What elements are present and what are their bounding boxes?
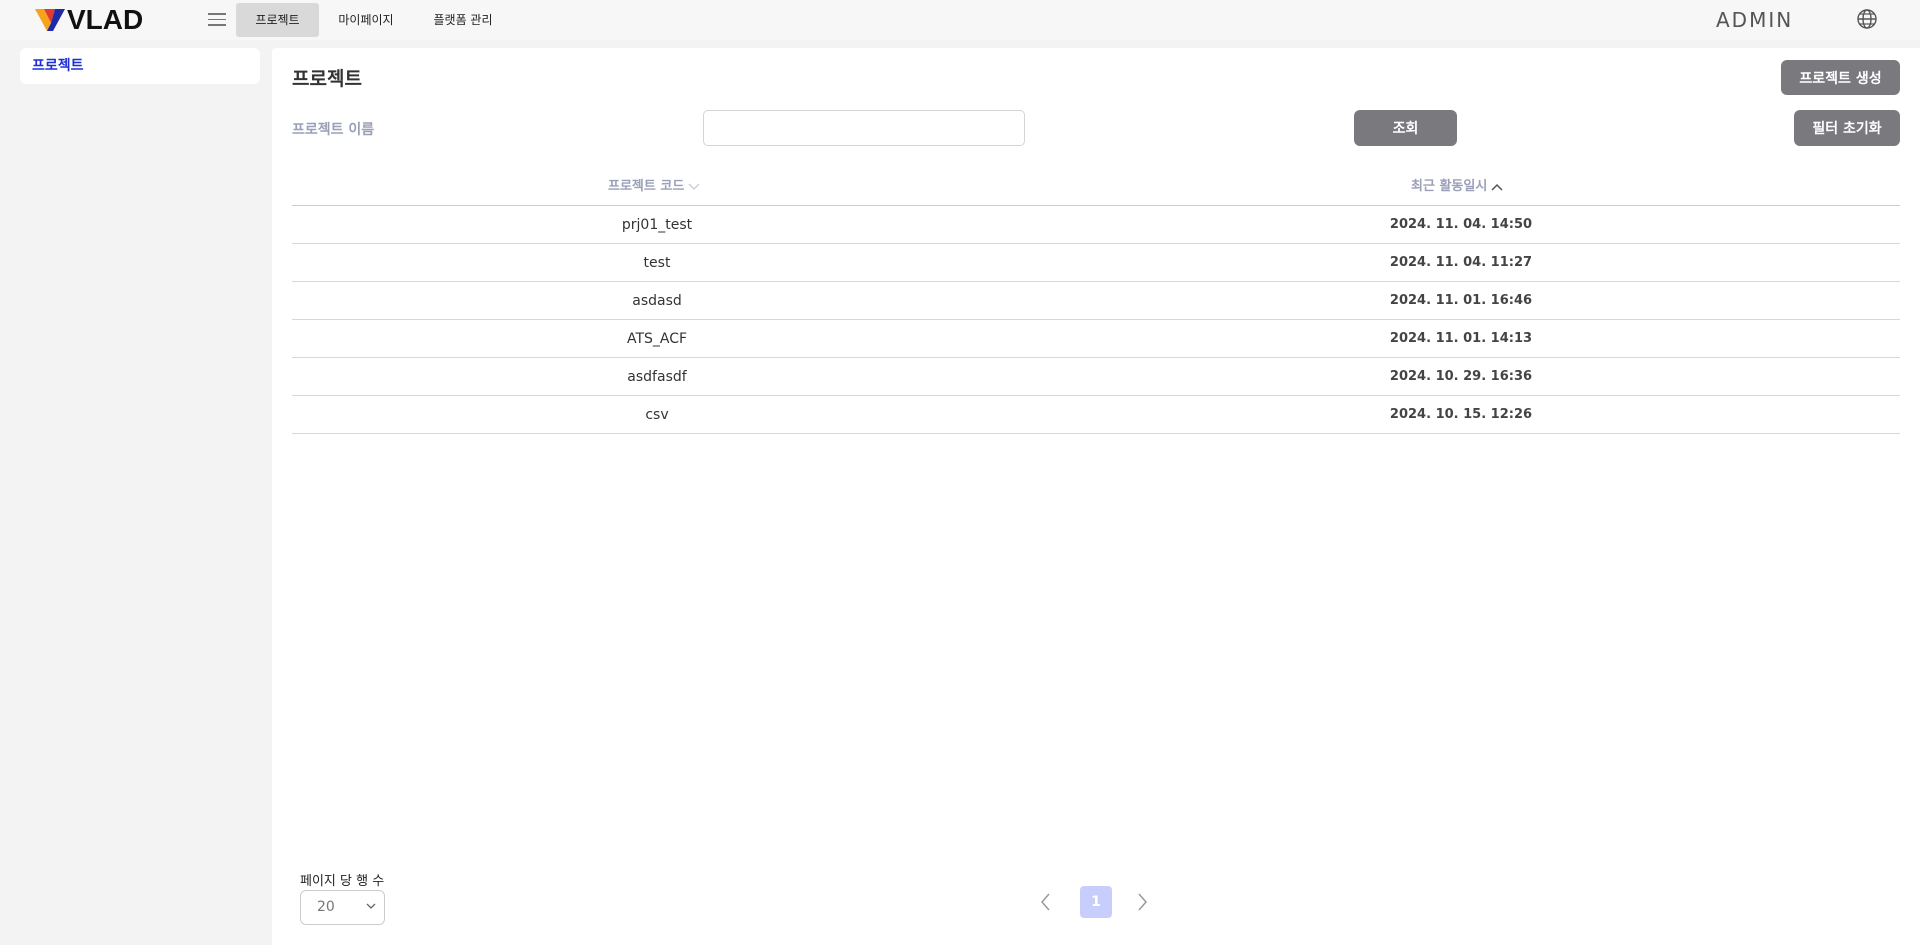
column-label: 프로젝트 코드 [608, 179, 685, 194]
nav-tab-mypage[interactable]: 마이페이지 [324, 3, 408, 37]
last-activity-cell: 2024. 11. 04. 14:50 [1389, 217, 1533, 232]
main-content: 프로젝트 프로젝트 생성 프로젝트 이름 조회 필터 초기화 프로젝트 코드 최… [272, 48, 1920, 945]
last-activity-cell: 2024. 11. 04. 11:27 [1389, 255, 1533, 270]
page-number-button[interactable]: 1 [1080, 886, 1112, 918]
prev-page-icon[interactable] [1034, 890, 1058, 914]
projects-table: 프로젝트 코드 최근 활동일시 prj01_test 2024. 11. 04.… [292, 168, 1900, 434]
vlad-logo[interactable]: VLAD [35, 5, 163, 33]
nav-tab-platform-admin[interactable]: 플랫폼 관리 [418, 3, 508, 37]
last-activity-cell: 2024. 11. 01. 16:46 [1389, 293, 1533, 308]
hamburger-icon[interactable] [206, 10, 228, 30]
page-title: 프로젝트 [292, 68, 362, 90]
project-name-input[interactable] [703, 110, 1025, 146]
last-activity-cell: 2024. 11. 01. 14:13 [1389, 331, 1533, 346]
last-activity-cell: 2024. 10. 29. 16:36 [1389, 369, 1533, 384]
project-name-label: 프로젝트 이름 [292, 122, 375, 138]
filter-reset-button[interactable]: 필터 초기화 [1794, 110, 1900, 146]
logo-text: VLAD [67, 5, 143, 33]
table-row[interactable]: test 2024. 11. 04. 11:27 [292, 244, 1900, 282]
user-label[interactable]: ADMIN [1716, 8, 1793, 32]
create-project-button[interactable]: 프로젝트 생성 [1781, 60, 1900, 95]
sidebar-item-projects[interactable]: 프로젝트 [20, 48, 260, 84]
project-code-cell: ATS_ACF [626, 331, 688, 347]
project-code-cell: asdasd [632, 293, 682, 309]
table-row[interactable]: csv 2024. 10. 15. 12:26 [292, 396, 1900, 434]
table-row[interactable]: asdasd 2024. 11. 01. 16:46 [292, 282, 1900, 320]
column-project-code[interactable]: 프로젝트 코드 [608, 168, 700, 206]
chevron-up-icon [1491, 183, 1503, 191]
column-label: 최근 활동일시 [1411, 179, 1488, 194]
rows-per-page-label: 페이지 당 행 수 [300, 874, 385, 889]
sidebar: 프로젝트 [0, 40, 272, 945]
column-last-activity[interactable]: 최근 활동일시 [1411, 168, 1503, 206]
rows-per-page-select[interactable]: 20 [300, 890, 385, 925]
chevron-down-icon [688, 183, 700, 190]
top-bar: VLAD 프로젝트 마이페이지 플랫폼 관리 ADMIN [0, 0, 1920, 40]
rows-per-page-value: 20 [317, 899, 335, 915]
table-header: 프로젝트 코드 최근 활동일시 [292, 168, 1900, 206]
table-row[interactable]: asdfasdf 2024. 10. 29. 16:36 [292, 358, 1900, 396]
project-code-cell: test [643, 255, 671, 271]
chevron-down-icon [366, 903, 376, 909]
search-button[interactable]: 조회 [1354, 110, 1457, 146]
table-row[interactable]: ATS_ACF 2024. 11. 01. 14:13 [292, 320, 1900, 358]
project-code-cell: csv [645, 407, 669, 423]
project-code-cell: prj01_test [621, 217, 693, 233]
table-row[interactable]: prj01_test 2024. 11. 04. 14:50 [292, 206, 1900, 244]
next-page-icon[interactable] [1130, 890, 1154, 914]
project-code-cell: asdfasdf [627, 369, 687, 385]
last-activity-cell: 2024. 10. 15. 12:26 [1389, 407, 1533, 422]
globe-icon[interactable] [1856, 8, 1878, 30]
nav-tab-projects[interactable]: 프로젝트 [236, 3, 319, 37]
